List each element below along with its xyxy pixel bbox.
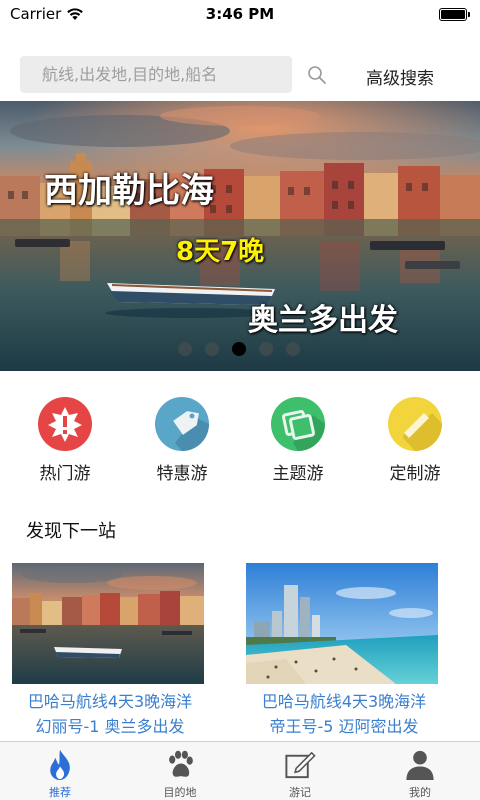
banner-duration: 8天7晚 (176, 237, 265, 267)
pager-dot[interactable] (259, 342, 273, 356)
tab-travel-notes[interactable]: 游记 (240, 742, 360, 800)
pencil-icon (388, 397, 442, 451)
category-hot[interactable]: 热门游 (15, 397, 115, 484)
status-bar: Carrier 3:46 PM (0, 0, 480, 28)
card-image (246, 563, 438, 684)
card-title-line1: 巴哈马航线4天3晚海洋 (27, 692, 193, 711)
tab-label: 推荐 (49, 786, 71, 799)
category-custom[interactable]: 定制游 (365, 397, 465, 484)
category-label: 特惠游 (156, 464, 208, 484)
category-label: 热门游 (39, 464, 91, 484)
carousel-pager[interactable] (178, 342, 300, 356)
card-title: 巴哈马航线4天3晚海洋 帝王号-5 迈阿密出发 (246, 689, 442, 739)
tab-label: 我的 (409, 786, 431, 799)
battery-icon (439, 7, 470, 21)
banner-title: 西加勒比海 (44, 171, 214, 211)
tab-recommend[interactable]: 推荐 (0, 742, 120, 800)
flame-icon (50, 749, 70, 781)
pager-dot[interactable] (286, 342, 300, 356)
category-label: 定制游 (389, 464, 441, 484)
tab-destination[interactable]: 目的地 (120, 742, 240, 800)
photo-icon (271, 397, 325, 451)
app-screen: Carrier 3:46 PM 高级搜索 (0, 0, 480, 800)
category-label: 主题游 (272, 464, 324, 484)
card-title: 巴哈马航线4天3晚海洋 幻丽号-1 奥兰多出发 (12, 689, 208, 739)
tab-mine[interactable]: 我的 (360, 742, 480, 800)
card-title-line1: 巴哈马航线4天3晚海洋 (261, 692, 427, 711)
user-icon (406, 750, 434, 781)
banner-carousel[interactable]: 西加勒比海 8天7晚 奥兰多出发 (0, 101, 480, 371)
category-grid: 热门游 特惠游 主题游 定制游 (0, 397, 480, 487)
carrier-label: Carrier (10, 5, 62, 23)
tab-label: 目的地 (163, 786, 197, 799)
cruise-card[interactable]: 巴哈马航线4天3晚海洋 帝王号-5 迈阿密出发 (246, 563, 442, 739)
status-left: Carrier (10, 5, 84, 23)
category-theme[interactable]: 主题游 (248, 397, 348, 484)
tag-icon (155, 397, 209, 451)
section-title: 发现下一站 (26, 521, 116, 542)
tab-bar: 推荐 目的地 游记 我的 (0, 741, 480, 800)
advanced-search-button[interactable]: 高级搜索 (366, 64, 434, 89)
search-icon[interactable] (306, 64, 328, 86)
cruise-card[interactable]: 巴哈马航线4天3晚海洋 幻丽号-1 奥兰多出发 (12, 563, 208, 739)
card-title-line2: 幻丽号-1 奥兰多出发 (35, 717, 185, 736)
pager-dot-active[interactable] (232, 342, 246, 356)
note-edit-icon (285, 751, 316, 779)
paw-icon (169, 750, 193, 777)
hot-icon (38, 397, 92, 451)
card-image (12, 563, 204, 684)
pager-dot[interactable] (205, 342, 219, 356)
wifi-icon (67, 8, 84, 20)
search-bar: 高级搜索 (0, 54, 480, 96)
tab-label: 游记 (289, 786, 311, 799)
category-discount[interactable]: 特惠游 (132, 397, 232, 484)
card-title-line2: 帝王号-5 迈阿密出发 (269, 717, 419, 736)
search-input[interactable] (20, 56, 292, 93)
banner-departure: 奥兰多出发 (248, 303, 398, 338)
pager-dot[interactable] (178, 342, 192, 356)
